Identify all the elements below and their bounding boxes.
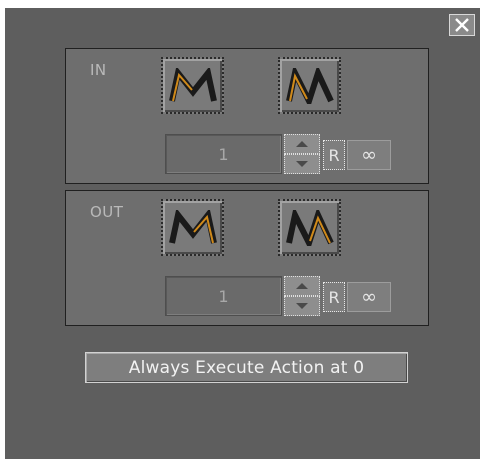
in-mode-n-button[interactable]	[278, 57, 341, 114]
in-reset-button[interactable]: R	[323, 140, 345, 170]
out-count-spinner	[284, 276, 320, 316]
out-group: OUT 1 R ∞	[65, 190, 429, 326]
out-group-label: OUT	[90, 203, 124, 221]
close-button[interactable]	[449, 14, 475, 36]
out-count-down-button[interactable]	[284, 296, 320, 316]
arrow-up-icon	[296, 141, 308, 147]
arrow-down-icon	[296, 161, 308, 167]
in-infinite-button[interactable]: ∞	[347, 140, 391, 170]
ease-in-out-icon	[168, 209, 217, 244]
in-count-field[interactable]: 1	[165, 134, 282, 174]
in-count-up-button[interactable]	[284, 134, 320, 154]
in-group: IN 1 R ∞	[65, 48, 429, 184]
arrow-up-icon	[296, 283, 308, 289]
out-count-up-button[interactable]	[284, 276, 320, 296]
out-mode-n-button[interactable]	[278, 199, 341, 256]
in-count-spinner	[284, 134, 320, 174]
in-mode-m-button[interactable]	[161, 57, 224, 114]
out-infinite-button[interactable]: ∞	[347, 282, 391, 312]
out-mode-m-button[interactable]	[161, 199, 224, 256]
close-x-icon	[455, 18, 469, 32]
in-group-label: IN	[90, 61, 107, 79]
ease-zigzag-icon	[285, 67, 334, 104]
out-count-field[interactable]: 1	[165, 276, 282, 316]
always-execute-button[interactable]: Always Execute Action at 0	[85, 352, 408, 383]
out-reset-button[interactable]: R	[323, 282, 345, 312]
ease-zigzag-icon	[285, 209, 334, 246]
in-count-down-button[interactable]	[284, 154, 320, 174]
arrow-down-icon	[296, 303, 308, 309]
ease-in-out-icon	[168, 67, 217, 102]
